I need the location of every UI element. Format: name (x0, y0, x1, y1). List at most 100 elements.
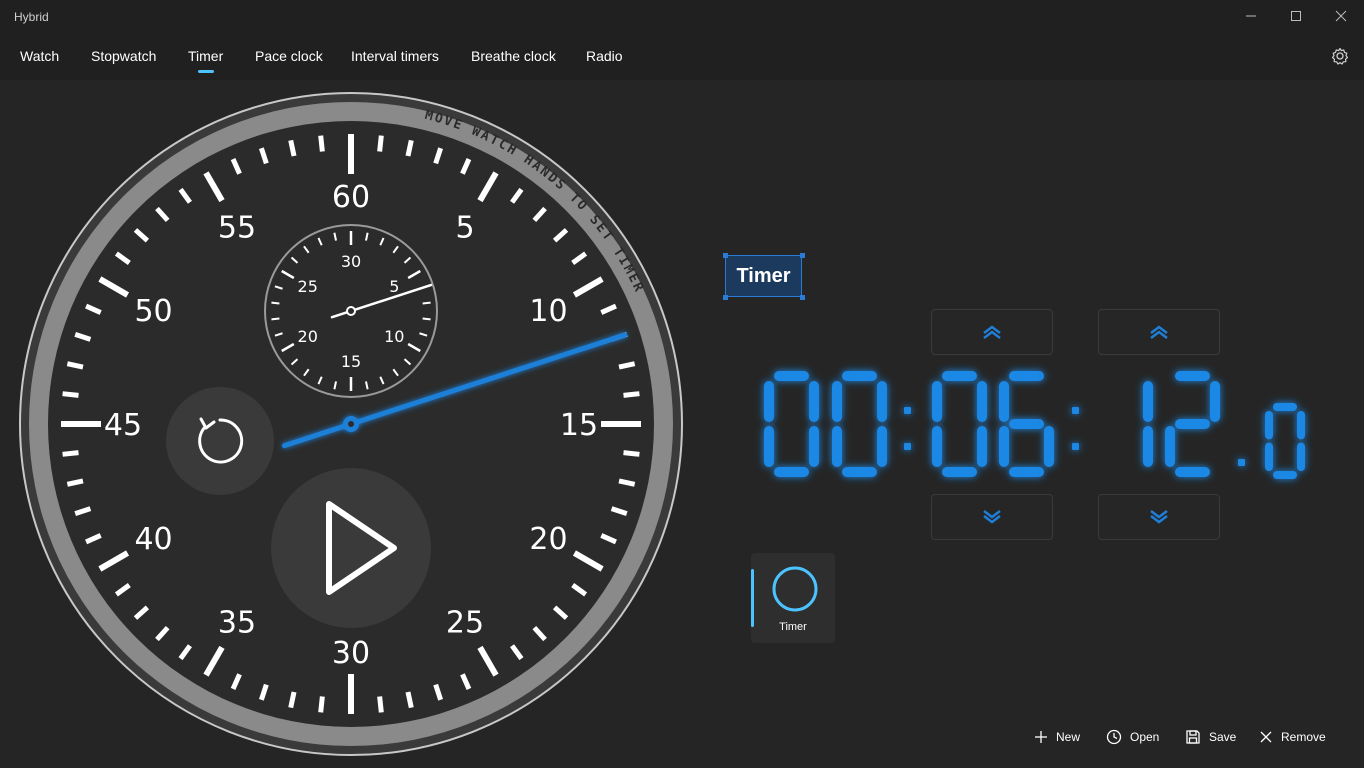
subdial-label: 25 (298, 277, 318, 296)
main-hand-pivot-center (348, 421, 354, 427)
close-icon (1335, 10, 1347, 22)
subdial-tick (422, 317, 431, 321)
digit-separators (904, 407, 1245, 466)
dial-tick (405, 139, 414, 157)
close-icon (1260, 731, 1272, 743)
digit-0 (764, 371, 819, 477)
subdial-tick (422, 301, 431, 305)
remove-label: Remove (1281, 730, 1326, 744)
chevron-double-down-icon (1150, 510, 1168, 524)
save-button[interactable]: Save (1185, 726, 1236, 748)
timer-dial[interactable]: MOVE WATCH HANDS TO SET TIMER 6051015202… (0, 80, 700, 768)
open-label: Open (1130, 730, 1160, 744)
resize-handle[interactable] (723, 295, 728, 300)
remove-button[interactable]: Remove (1259, 726, 1326, 748)
tab-watch[interactable]: Watch (20, 48, 59, 64)
save-label: Save (1209, 730, 1237, 744)
dial-tick (288, 139, 297, 157)
dial-minute-label: 50 (134, 294, 172, 329)
resize-handle[interactable] (723, 253, 728, 258)
dial-tick (618, 478, 636, 487)
digit-3 (999, 371, 1054, 477)
timer-preset-card[interactable]: Timer (751, 553, 835, 643)
digit-tenths (1265, 403, 1305, 479)
preset-selected-indicator (751, 569, 754, 627)
dial-minute-label: 60 (332, 180, 370, 215)
resize-handle[interactable] (800, 253, 805, 258)
dial-minute-label: 10 (529, 294, 567, 329)
dial-tick (623, 450, 640, 457)
dial-tick (377, 696, 384, 713)
timer-name-field[interactable]: Timer (725, 255, 802, 297)
chevron-double-up-icon (1150, 325, 1168, 339)
maximize-icon (1291, 11, 1301, 21)
gear-icon[interactable] (1330, 46, 1350, 66)
subdial-label: 20 (298, 327, 318, 346)
maximize-button[interactable] (1273, 0, 1319, 32)
dial-tick (318, 696, 325, 713)
tab-stopwatch[interactable]: Stopwatch (91, 48, 156, 64)
subdial-label: 15 (341, 352, 361, 371)
play-button[interactable] (271, 468, 431, 628)
subdial-label: 10 (384, 327, 404, 346)
subdial-pivot (346, 306, 356, 316)
tab-breathe-clock[interactable]: Breathe clock (471, 48, 556, 64)
dial-minute-label: 35 (218, 605, 256, 640)
subdial-label: 30 (341, 252, 361, 271)
seconds-down-button[interactable] (1098, 494, 1220, 540)
dial-tick (377, 135, 384, 152)
minimize-icon (1246, 15, 1256, 17)
app-title: Hybrid (14, 10, 49, 24)
minimize-button[interactable] (1228, 0, 1274, 32)
subdial-tick (271, 301, 280, 305)
subdial-label: 5 (389, 277, 399, 296)
tab-interval-timers[interactable]: Interval timers (351, 48, 439, 64)
close-button[interactable] (1318, 0, 1364, 32)
subdial-tick (271, 317, 280, 321)
clock-icon (1106, 729, 1122, 745)
dial-tick (66, 478, 84, 487)
dial-tick (62, 391, 79, 398)
reset-button[interactable] (166, 387, 274, 495)
title-bar: Hybrid (0, 0, 1364, 34)
chevron-double-down-icon (983, 510, 1001, 524)
new-label: New (1056, 730, 1081, 744)
digit-4 (1143, 381, 1153, 467)
seconds-up-button[interactable] (1098, 309, 1220, 355)
digit-5 (1165, 371, 1220, 477)
active-tab-indicator (198, 70, 214, 73)
tab-timer[interactable]: Timer (188, 48, 223, 64)
dial-minute-label: 25 (446, 605, 484, 640)
nav-bar: Watch Stopwatch Timer Pace clock Interva… (0, 34, 1364, 80)
dial-tick (618, 361, 636, 370)
new-button[interactable]: New (1034, 726, 1080, 748)
save-icon (1186, 730, 1200, 744)
dial-minute-label: 20 (529, 522, 567, 557)
circle-icon (772, 566, 818, 612)
dial-tick (623, 391, 640, 398)
preset-label: Timer (779, 621, 807, 633)
dial-minute-label: 5 (455, 211, 474, 246)
digital-readout (764, 371, 1305, 479)
dial-tick (318, 135, 325, 152)
plus-icon (1035, 731, 1047, 743)
dial-tick (62, 450, 79, 457)
tab-radio[interactable]: Radio (586, 48, 623, 64)
digit-1 (832, 371, 887, 477)
digit-2 (932, 371, 987, 477)
dial-minute-label: 15 (560, 408, 598, 443)
minutes-up-button[interactable] (931, 309, 1053, 355)
dial-minute-label: 45 (104, 408, 142, 443)
timer-name-text: Timer (736, 264, 791, 287)
dial-minute-label: 55 (218, 211, 256, 246)
dial-minute-label: 40 (134, 522, 172, 557)
dial-tick (405, 691, 414, 709)
minutes-down-button[interactable] (931, 494, 1053, 540)
tab-pace-clock[interactable]: Pace clock (255, 48, 323, 64)
open-button[interactable]: Open (1106, 726, 1159, 748)
dial-minute-label: 30 (332, 636, 370, 671)
resize-handle[interactable] (800, 295, 805, 300)
dial-tick (288, 691, 297, 709)
dial-tick (66, 361, 84, 370)
chevron-double-up-icon (983, 325, 1001, 339)
